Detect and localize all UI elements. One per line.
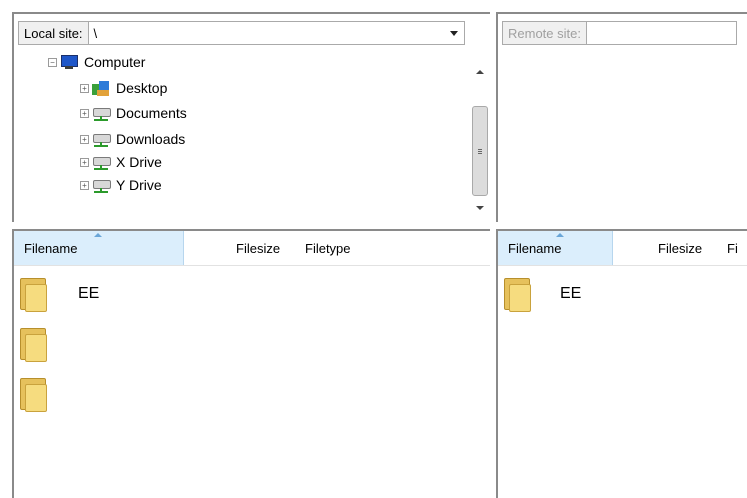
column-header-filesize[interactable]: Filesize (236, 231, 280, 265)
chevron-down-icon[interactable] (449, 31, 458, 36)
tree-item-x-drive[interactable]: + X Drive (80, 152, 162, 172)
folder-icon (18, 376, 48, 412)
column-label: Filename (24, 240, 78, 256)
scroll-down-icon[interactable] (476, 206, 484, 210)
tree-item-computer[interactable]: − Computer (48, 52, 145, 72)
expand-icon[interactable]: + (80, 108, 89, 118)
local-path-value: \ (93, 25, 98, 41)
sort-ascending-icon (94, 233, 102, 237)
tree-item-documents[interactable]: + Documents (80, 103, 187, 123)
scrollbar-thumb[interactable] (472, 106, 488, 196)
column-label: Filename (508, 240, 562, 256)
tree-item-label: Computer (84, 54, 146, 70)
column-label: Filetype (305, 240, 351, 256)
folder-icon (502, 276, 532, 312)
folder-icon (18, 276, 48, 312)
remote-site-panel: Remote site: (496, 12, 747, 222)
local-file-list: Filename Filesize Filetype EE (12, 229, 490, 498)
remote-site-label: Remote site: (502, 21, 587, 45)
column-header-filename[interactable]: Filename (14, 231, 184, 265)
column-header-filetype[interactable]: Filetype (305, 231, 351, 265)
column-label: Filesize (236, 240, 281, 256)
remote-path-combobox[interactable] (586, 21, 737, 45)
column-label: Fi (727, 240, 738, 256)
tree-item-label: X Drive (116, 154, 162, 170)
collapse-icon[interactable]: − (48, 57, 57, 67)
remote-list-header: Filename Filesize Fi (498, 231, 747, 266)
expand-icon[interactable]: + (80, 180, 89, 190)
file-name: EE (78, 285, 100, 302)
local-site-panel: Local site: \ − Computer + Desktop + Doc… (12, 12, 490, 222)
local-list-header: Filename Filesize Filetype (14, 231, 490, 266)
network-drive-icon (92, 131, 111, 147)
scroll-up-icon[interactable] (476, 70, 484, 74)
expand-icon[interactable]: + (80, 83, 89, 93)
tree-item-label: Desktop (116, 80, 168, 96)
tree-vertical-scrollbar[interactable] (470, 50, 490, 216)
remote-site-bar: Remote site: (502, 20, 737, 46)
tree-item-y-drive[interactable]: + Y Drive (80, 175, 162, 195)
column-header-filesize[interactable]: Filesize (658, 231, 702, 265)
network-drive-icon (92, 154, 111, 170)
expand-icon[interactable]: + (80, 157, 89, 167)
expand-icon[interactable]: + (80, 134, 89, 144)
network-drive-icon (92, 177, 111, 193)
network-drive-icon (92, 105, 111, 121)
computer-icon (60, 54, 78, 70)
local-site-bar: Local site: \ (18, 20, 465, 46)
tree-item-desktop[interactable]: + Desktop (80, 78, 167, 98)
sort-descending-icon (556, 233, 564, 237)
remote-file-list: Filename Filesize Fi EE (496, 229, 747, 498)
local-path-combobox[interactable]: \ (88, 21, 465, 45)
folder-icon (18, 326, 48, 362)
local-site-label: Local site: (18, 21, 89, 45)
tree-item-label: Y Drive (116, 177, 162, 193)
column-header-filetype[interactable]: Fi (727, 231, 738, 265)
column-label: Filesize (658, 240, 703, 256)
grip-icon (478, 149, 482, 150)
file-name: EE (560, 285, 582, 302)
column-header-filename[interactable]: Filename (498, 231, 613, 265)
tree-item-label: Downloads (116, 131, 186, 147)
desktop-icon (92, 80, 110, 96)
tree-item-label: Documents (116, 105, 187, 121)
tree-item-downloads[interactable]: + Downloads (80, 129, 185, 149)
